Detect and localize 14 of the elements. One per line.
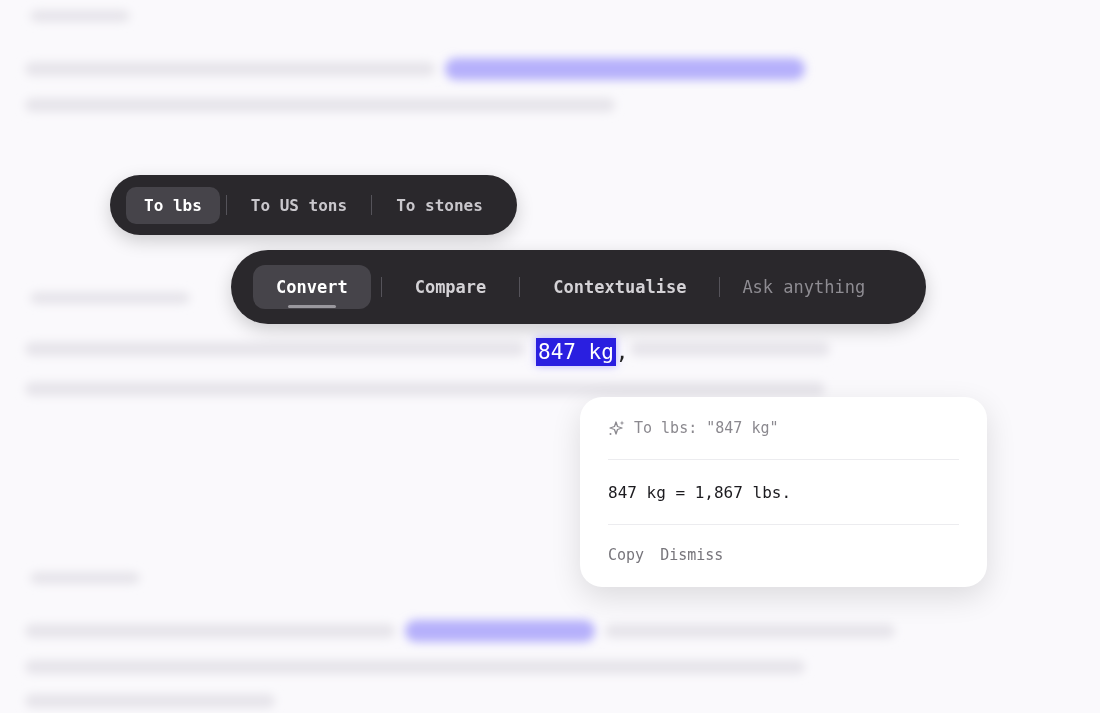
unit-option[interactable]: To lbs <box>126 186 220 224</box>
ask-field[interactable]: Ask anything <box>730 267 905 307</box>
action-tab[interactable]: Convert <box>253 265 371 309</box>
unit-option[interactable]: To stones <box>378 186 501 224</box>
card-action[interactable]: Copy <box>608 544 645 566</box>
action-tab[interactable]: Contextualise <box>530 265 710 309</box>
answer-text: 847 kg = 1,867 lbs. <box>608 482 792 502</box>
query-text: To lbs: "847 kg" <box>634 419 779 437</box>
unit-option[interactable]: To US tons <box>232 186 366 224</box>
selected-text: 847 kg <box>536 338 616 366</box>
action-tab[interactable]: Compare <box>391 265 510 309</box>
comma: , <box>615 339 629 366</box>
card-action[interactable]: Dismiss <box>660 544 724 566</box>
sparkle-icon <box>608 419 626 437</box>
